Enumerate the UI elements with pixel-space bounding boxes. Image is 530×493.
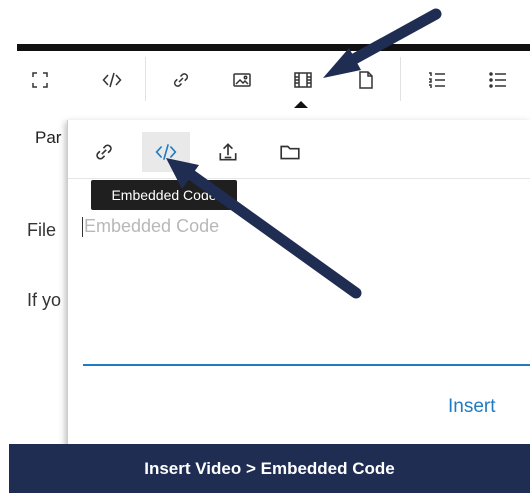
code-view-button[interactable] <box>97 65 127 95</box>
unordered-list-button[interactable] <box>483 65 513 95</box>
editor-toolbar <box>17 51 530 109</box>
embedded-code-tooltip: Embedded Code <box>91 180 237 210</box>
code-view-icon <box>102 72 122 88</box>
caption-banner: Insert Video > Embedded Code <box>9 444 530 493</box>
embedded-code-input[interactable]: Embedded Code <box>84 216 219 237</box>
text-cursor <box>82 217 83 237</box>
upload-video-tab[interactable] <box>204 132 252 172</box>
browse-videos-tab[interactable] <box>266 132 314 172</box>
video-by-url-tab[interactable] <box>80 132 128 172</box>
video-popup-tabs <box>68 120 530 179</box>
caption-text: Insert Video > Embedded Code <box>144 458 395 478</box>
insert-button[interactable]: Insert <box>448 396 496 418</box>
upload-icon <box>219 143 237 161</box>
ordered-list-button[interactable] <box>422 65 452 95</box>
image-icon <box>233 73 251 87</box>
embedded-code-tab[interactable] <box>142 132 190 172</box>
insert-image-button[interactable] <box>227 65 257 95</box>
file-icon <box>359 71 373 89</box>
embedded-code-icon <box>155 144 177 160</box>
fullscreen-icon <box>32 72 48 88</box>
toolbar-separator <box>145 57 146 101</box>
video-icon <box>294 72 312 88</box>
link-icon <box>173 73 189 87</box>
embedded-code-input-underline <box>83 364 530 366</box>
insert-file-button[interactable] <box>351 65 381 95</box>
link-icon <box>96 144 112 160</box>
insert-link-button[interactable] <box>166 65 196 95</box>
unordered-list-icon <box>489 72 506 88</box>
folder-icon <box>280 145 300 160</box>
insert-video-button[interactable] <box>288 65 318 95</box>
ordered-list-icon <box>429 72 445 88</box>
fullscreen-button[interactable] <box>25 65 55 95</box>
editor-top-border <box>17 44 530 51</box>
editor-text-line: File <box>27 220 57 240</box>
paragraph-format-label[interactable]: Par <box>35 128 61 148</box>
toolbar-separator <box>400 57 401 101</box>
editor-text-line: If yo <box>27 290 62 310</box>
